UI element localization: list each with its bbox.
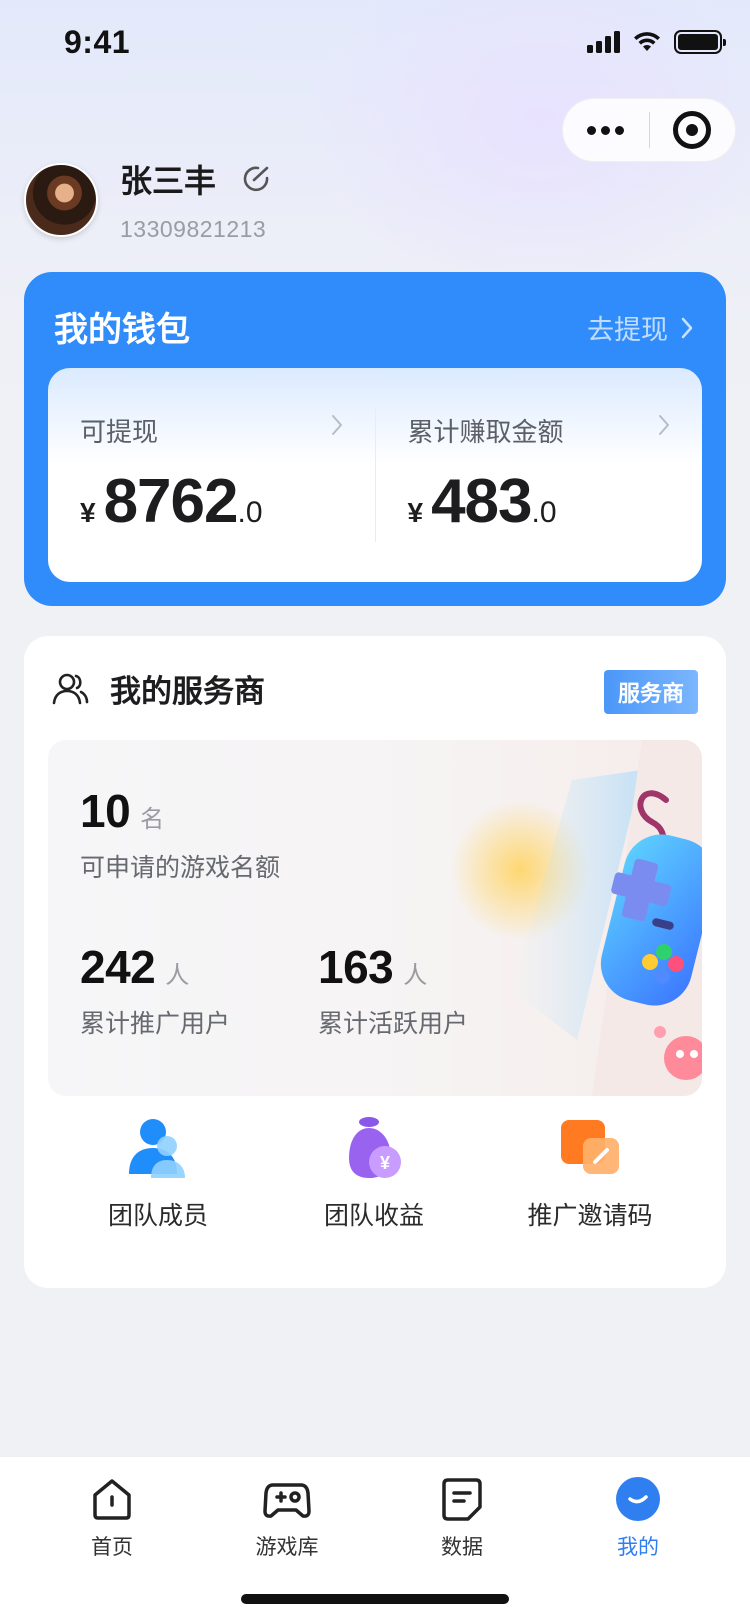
tab-data-label: 数据 — [441, 1536, 483, 1559]
miniprogram-capsule — [562, 98, 736, 162]
edit-icon[interactable] — [242, 164, 272, 194]
profile-phone: 13309821213 — [120, 216, 267, 242]
quota-label: 可申请的游戏名额 — [80, 854, 281, 882]
document-icon — [442, 1478, 482, 1521]
available-balance[interactable]: 可提现 ¥ 8762 .0 — [48, 368, 375, 582]
tab-data[interactable]: 数据 — [402, 1475, 522, 1561]
invite-code-label: 推广邀请码 — [527, 1202, 653, 1230]
amount-integer: 483 — [431, 467, 532, 536]
home-indicator[interactable] — [241, 1594, 509, 1604]
service-provider-card: 我的服务商 服务商 10 名 可申请的游戏名额 242 人 累计推广用户 163 人 … — [24, 636, 726, 1288]
team-earnings-button[interactable]: ¥ 团队收益 — [266, 1116, 482, 1232]
cellular-signal-icon — [587, 31, 620, 53]
amount-decimal: .0 — [237, 496, 263, 529]
status-icons — [587, 30, 726, 54]
wallet-card: 我的钱包 去提现 可提现 ¥ 8762 .0 累计赚取金额 ¥ 483 .0 — [24, 272, 726, 606]
tab-games[interactable]: 游戏库 — [227, 1475, 347, 1561]
service-title: 我的服务商 — [110, 674, 265, 709]
game-controller-illustration — [450, 740, 702, 1096]
amount-decimal: .0 — [531, 496, 557, 529]
service-header: 我的服务商 — [52, 666, 265, 711]
status-bar: 9:41 — [0, 0, 750, 88]
profile-icon — [616, 1477, 660, 1521]
svg-text:¥: ¥ — [380, 1153, 390, 1173]
team-earnings-icon: ¥ — [349, 1117, 401, 1178]
team-members-button[interactable]: 团队成员 — [50, 1116, 266, 1232]
tab-profile-label: 我的 — [617, 1536, 659, 1559]
quota-stat: 10 名 可申请的游戏名额 — [80, 784, 280, 884]
home-icon — [93, 1479, 131, 1520]
active-value: 163 — [318, 941, 394, 993]
tab-home[interactable]: 首页 — [52, 1475, 172, 1561]
service-badge: 服务商 — [603, 670, 698, 714]
team-members-icon — [129, 1119, 185, 1178]
team-members-label: 团队成员 — [107, 1202, 208, 1230]
chevron-right-icon — [681, 317, 693, 338]
close-miniprogram-icon[interactable] — [650, 111, 736, 149]
promoted-stat: 242 人 累计推广用户 — [80, 940, 230, 1040]
earned-total[interactable]: 累计赚取金额 ¥ 483 .0 — [376, 368, 703, 582]
profile-name: 张三丰 — [120, 163, 217, 199]
chevron-right-icon — [331, 415, 342, 435]
tab-games-label: 游戏库 — [255, 1536, 319, 1559]
promoted-label: 累计推广用户 — [80, 1010, 231, 1038]
earned-amount: ¥ 483 .0 — [408, 466, 557, 537]
invite-code-icon — [561, 1120, 619, 1174]
withdraw-link-label: 去提现 — [587, 315, 668, 345]
quota-value: 10 — [80, 785, 131, 837]
status-time: 9:41 — [64, 24, 131, 60]
team-earnings-label: 团队收益 — [323, 1202, 424, 1230]
available-label: 可提现 — [80, 417, 159, 447]
chevron-right-icon — [659, 415, 669, 435]
profile-header: 张三丰 13309821213 — [24, 156, 272, 243]
service-stats: 10 名 可申请的游戏名额 242 人 累计推广用户 163 人 累计活跃用户 — [48, 740, 702, 1096]
promoted-value: 242 — [80, 941, 156, 993]
wifi-icon — [634, 32, 660, 51]
currency-symbol: ¥ — [407, 497, 424, 528]
wallet-balances: 可提现 ¥ 8762 .0 累计赚取金额 ¥ 483 .0 — [48, 368, 702, 582]
tab-profile[interactable]: 我的 — [578, 1475, 698, 1561]
gamepad-icon — [263, 1483, 311, 1518]
available-amount: ¥ 8762 .0 — [80, 466, 263, 537]
amount-integer: 8762 — [103, 467, 239, 536]
users-icon — [52, 673, 89, 704]
currency-symbol: ¥ — [80, 497, 96, 528]
more-icon[interactable] — [563, 125, 649, 135]
battery-icon — [674, 30, 726, 54]
tab-home-label: 首页 — [91, 1536, 133, 1559]
wallet-title: 我的钱包 — [54, 311, 190, 349]
quota-unit: 名 — [140, 806, 165, 833]
earned-label: 累计赚取金额 — [407, 417, 564, 447]
invite-code-button[interactable]: 推广邀请码 — [482, 1116, 698, 1232]
withdraw-link[interactable]: 去提现 — [587, 308, 694, 347]
promoted-unit: 人 — [165, 962, 190, 989]
service-actions: 团队成员 ¥ 团队收益 推广邀请码 — [24, 1116, 726, 1232]
avatar[interactable] — [24, 162, 98, 237]
